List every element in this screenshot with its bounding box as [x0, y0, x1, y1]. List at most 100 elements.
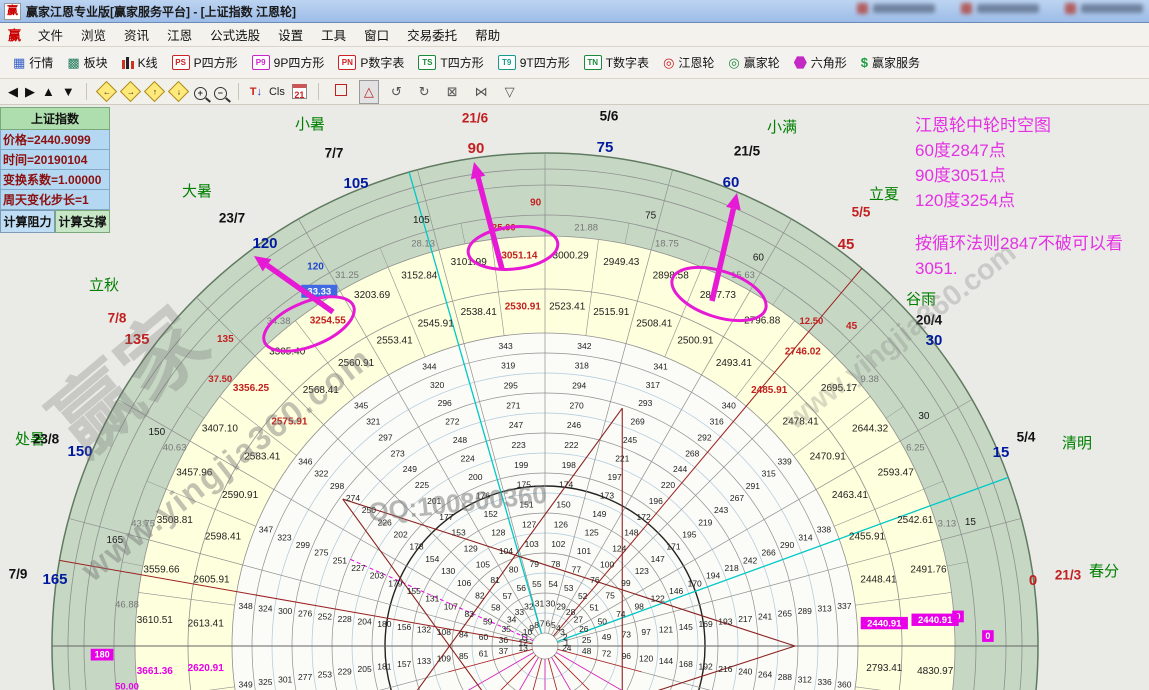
svg-text:2448.41: 2448.41	[860, 574, 897, 585]
winner-wheel-button[interactable]: ◎赢家轮	[721, 51, 786, 74]
shift-down-diamond-icon[interactable]: ↓	[168, 81, 189, 102]
svg-text:336: 336	[818, 677, 832, 687]
svg-text:341: 341	[654, 361, 668, 371]
svg-text:56: 56	[517, 583, 527, 593]
menu-item-help[interactable]: 帮助	[466, 23, 509, 46]
svg-text:7/8: 7/8	[108, 311, 127, 326]
sectors-button[interactable]: ▩板块	[60, 51, 114, 74]
shift-up-diamond-icon[interactable]: ↑	[144, 81, 165, 102]
svg-text:2440.91: 2440.91	[867, 618, 902, 629]
svg-text:5: 5	[551, 620, 556, 630]
svg-text:32: 32	[524, 601, 534, 611]
svg-text:2644.32: 2644.32	[852, 423, 889, 434]
calc-resistance-button[interactable]: 计算阻力	[0, 210, 55, 233]
svg-text:216: 216	[718, 664, 732, 674]
svg-text:271: 271	[506, 400, 520, 410]
svg-text:124: 124	[612, 543, 626, 553]
svg-text:2598.41: 2598.41	[205, 531, 242, 542]
svg-text:5/6: 5/6	[600, 109, 619, 124]
svg-text:2542.61: 2542.61	[897, 515, 934, 526]
svg-text:5/5: 5/5	[852, 205, 871, 220]
svg-text:53: 53	[564, 583, 574, 593]
svg-text:3610.51: 3610.51	[137, 615, 174, 626]
svg-text:253: 253	[318, 669, 332, 679]
p-square-button[interactable]: PSP四方形	[165, 51, 245, 74]
t-sort-icon[interactable]: T↓	[250, 86, 262, 98]
gann-wheel-button[interactable]: ◎江恩轮	[656, 51, 721, 74]
svg-text:144: 144	[659, 656, 673, 666]
down-icon[interactable]: ▼	[62, 83, 75, 100]
svg-text:180: 180	[377, 619, 391, 629]
svg-text:360: 360	[837, 680, 851, 690]
svg-text:295: 295	[504, 380, 518, 390]
zoom-out-icon[interactable]: −	[214, 83, 227, 100]
svg-text:2470.91: 2470.91	[810, 452, 847, 463]
back-icon[interactable]: ◀	[8, 83, 18, 100]
triangle-tool-icon[interactable]: △	[359, 80, 379, 104]
menu-item-trade[interactable]: 交易委托	[398, 23, 466, 46]
svg-text:3661.36: 3661.36	[137, 666, 174, 677]
svg-text:130: 130	[441, 566, 455, 576]
zoom-in-icon[interactable]: +	[194, 83, 207, 100]
svg-text:194: 194	[706, 571, 720, 581]
svg-text:120: 120	[307, 262, 324, 273]
box-select-icon[interactable]: ⊠	[442, 80, 463, 104]
t-number-table-button[interactable]: TNT数字表	[577, 51, 656, 74]
svg-text:153: 153	[452, 528, 466, 538]
t-square-button[interactable]: TST四方形	[411, 51, 490, 74]
svg-text:60: 60	[479, 632, 489, 642]
svg-text:132: 132	[417, 624, 431, 634]
svg-text:立夏: 立夏	[869, 186, 899, 203]
gann-wheel-canvas[interactable]: 1234567891011121324252627282930313233343…	[0, 105, 1149, 690]
t9-square-button[interactable]: T99T四方形	[491, 51, 577, 74]
svg-text:52: 52	[578, 591, 588, 601]
menu-item-settings[interactable]: 设置	[269, 23, 312, 46]
rotate-left-diamond-icon[interactable]: ←	[96, 81, 117, 102]
forward-icon[interactable]: ▶	[25, 83, 35, 100]
calc-support-button[interactable]: 计算支撑	[55, 210, 110, 233]
svg-text:小满: 小满	[767, 119, 797, 136]
cls-button[interactable]: Cls	[269, 86, 285, 98]
svg-text:272: 272	[445, 417, 459, 427]
svg-text:45: 45	[838, 236, 855, 253]
menu-item-tools[interactable]: 工具	[312, 23, 355, 46]
menu-item-window[interactable]: 窗口	[355, 23, 398, 46]
marquee-zoom-icon[interactable]: ▽	[500, 80, 520, 104]
svg-text:337: 337	[837, 601, 851, 611]
svg-text:204: 204	[358, 616, 372, 626]
menu-item-browse[interactable]: 浏览	[72, 23, 115, 46]
p9-square-button[interactable]: P99P四方形	[245, 51, 332, 74]
svg-text:193: 193	[718, 616, 732, 626]
menu-item-news[interactable]: 资讯	[115, 23, 158, 46]
svg-text:251: 251	[333, 555, 347, 565]
menu-item-file[interactable]: 文件	[29, 23, 72, 46]
svg-text:265: 265	[778, 609, 792, 619]
svg-text:301: 301	[278, 674, 292, 684]
rotate-right-diamond-icon[interactable]: →	[120, 81, 141, 102]
svg-text:345: 345	[354, 401, 368, 411]
menu-item-gann[interactable]: 江恩	[158, 23, 201, 46]
cross-arrows-icon[interactable]: ⋈	[470, 80, 493, 104]
rotate-ccw-icon[interactable]: ↺	[386, 80, 407, 104]
svg-text:43.75: 43.75	[131, 519, 155, 530]
kline-button[interactable]: K线	[115, 51, 165, 74]
svg-text:59: 59	[483, 617, 493, 627]
p-number-table-button[interactable]: PNP数字表	[331, 51, 411, 74]
up-icon[interactable]: ▲	[42, 83, 55, 100]
quotes-button[interactable]: ▦行情	[6, 51, 60, 74]
calendar-icon[interactable]: 21	[292, 84, 307, 99]
svg-text:203: 203	[370, 571, 384, 581]
winner-service-button[interactable]: $赢家服务	[854, 51, 927, 74]
svg-text:98: 98	[634, 601, 644, 611]
rotate-cw-icon[interactable]: ↻	[414, 80, 435, 104]
svg-text:165: 165	[42, 571, 67, 588]
hexagon-button[interactable]: 六角形	[787, 51, 854, 74]
svg-text:48: 48	[582, 646, 592, 656]
gann-wheel-chart-area[interactable]: 1234567891011121324252627282930313233343…	[0, 105, 1149, 690]
svg-text:178: 178	[409, 542, 423, 552]
square-tool-icon[interactable]	[330, 80, 352, 104]
svg-text:146: 146	[669, 586, 683, 596]
menu-item-formula-stockpick[interactable]: 公式选股	[201, 23, 269, 46]
svg-text:34: 34	[507, 615, 517, 625]
chart-toolbar: ◀ ▶ ▲ ▼ ← → ↑ ↓ + − T↓ Cls 21 △ ↺ ↻ ⊠ ⋈ …	[0, 79, 1149, 105]
